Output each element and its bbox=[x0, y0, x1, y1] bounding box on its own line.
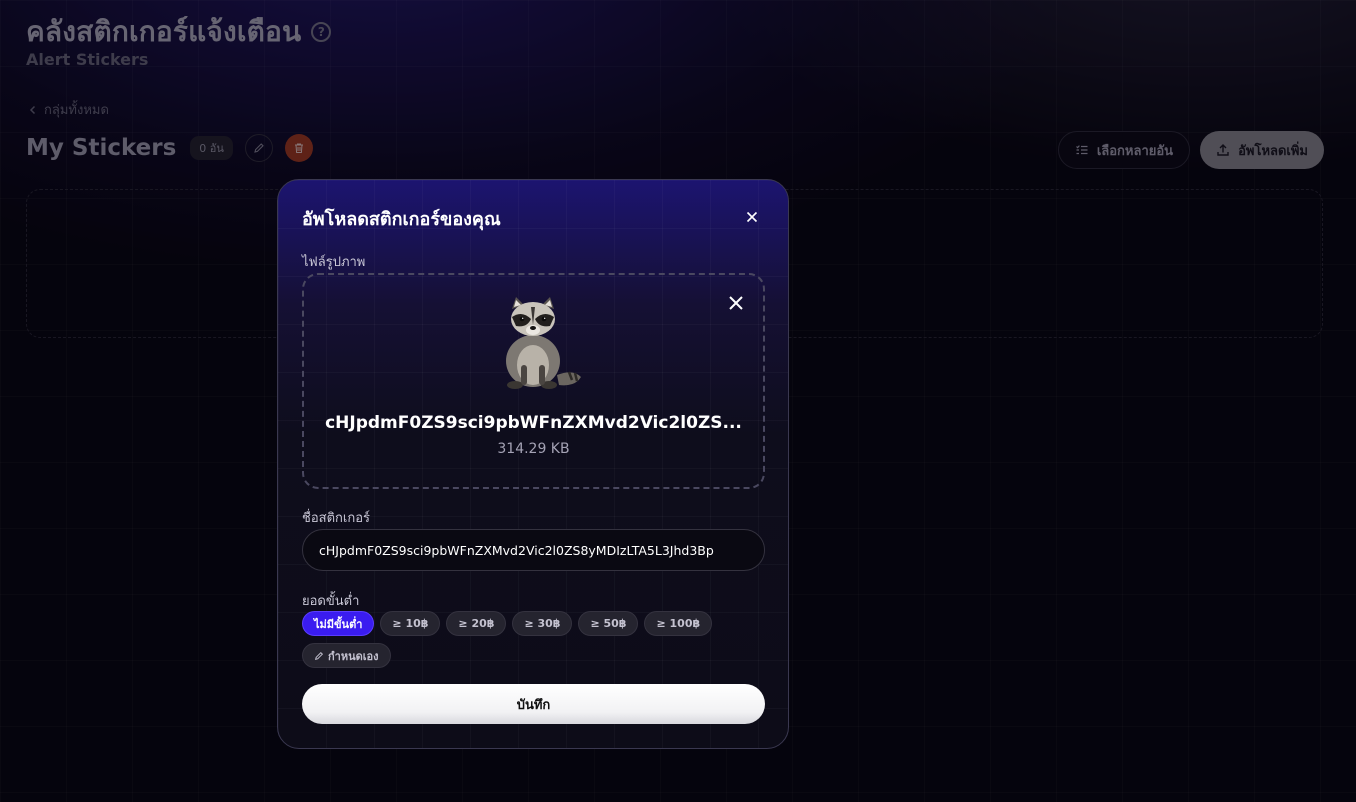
modal-close-button[interactable] bbox=[741, 206, 763, 228]
min-amount-options: ไม่มีขั้นต่ำ ≥ 10฿ ≥ 20฿ ≥ 30฿ ≥ 50฿ ≥ 1… bbox=[302, 611, 772, 668]
sticker-name-label: ชื่อสติกเกอร์ bbox=[302, 511, 370, 526]
file-size: 314.29 KB bbox=[497, 441, 570, 457]
min-amount-option-none[interactable]: ไม่มีขั้นต่ำ bbox=[302, 611, 375, 636]
min-amount-custom-label: กำหนดเอง bbox=[328, 649, 379, 663]
min-amount-option-10[interactable]: ≥ 10฿ bbox=[380, 611, 441, 636]
min-amount-option-20[interactable]: ≥ 20฿ bbox=[446, 611, 507, 636]
save-button[interactable]: บันทึก bbox=[302, 684, 765, 724]
file-dropzone[interactable]: cHJpdmF0ZS9sci9pbWFnZXMvd2Vic2l0ZS... 31… bbox=[302, 273, 765, 489]
min-amount-label: ยอดขั้นต่ำ bbox=[302, 594, 360, 609]
file-label: ไฟล์รูปภาพ bbox=[302, 255, 366, 270]
min-amount-option-100[interactable]: ≥ 100฿ bbox=[644, 611, 713, 636]
upload-modal: อัพโหลดสติกเกอร์ของคุณ ไฟล์รูปภาพ cHJpdm… bbox=[277, 179, 789, 749]
sticker-preview-image bbox=[506, 297, 581, 389]
page: คลังสติกเกอร์แจ้งเตือน ? Alert Stickers … bbox=[0, 0, 1356, 802]
sticker-name-input[interactable] bbox=[302, 529, 765, 571]
min-amount-option-50[interactable]: ≥ 50฿ bbox=[578, 611, 639, 636]
file-name: cHJpdmF0ZS9sci9pbWFnZXMvd2Vic2l0ZS... bbox=[325, 413, 742, 433]
modal-title: อัพโหลดสติกเกอร์ของคุณ bbox=[302, 209, 501, 230]
pencil-icon bbox=[314, 651, 324, 660]
close-icon bbox=[729, 296, 743, 310]
min-amount-custom-button[interactable]: กำหนดเอง bbox=[302, 643, 391, 668]
remove-file-button[interactable] bbox=[724, 291, 748, 315]
close-icon bbox=[746, 211, 758, 223]
min-amount-option-30[interactable]: ≥ 30฿ bbox=[512, 611, 573, 636]
